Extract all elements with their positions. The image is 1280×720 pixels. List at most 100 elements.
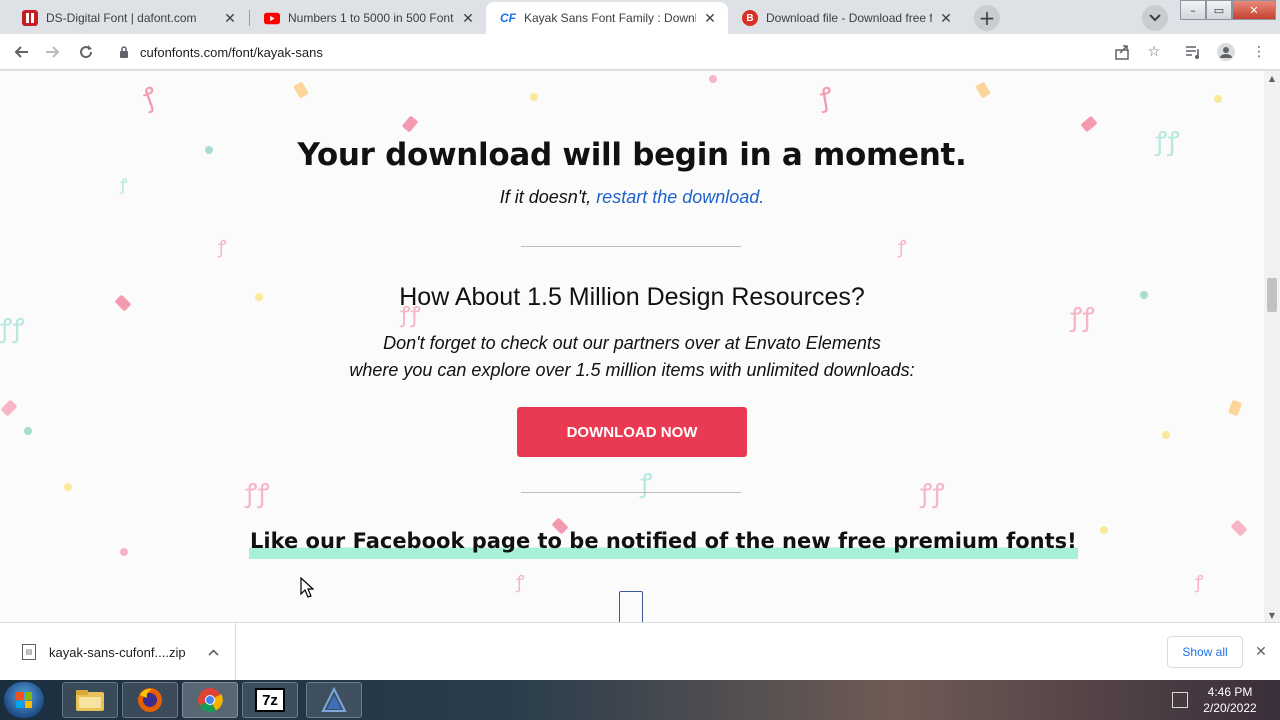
- restart-download-link[interactable]: restart the download.: [596, 187, 764, 207]
- page-scrollbar[interactable]: ▲ ▼: [1264, 71, 1280, 622]
- download-file-name: kayak-sans-cufonf....zip: [49, 644, 186, 660]
- profile-avatar[interactable]: [1216, 42, 1236, 62]
- section-title: How About 1.5 Million Design Resources?: [399, 283, 865, 311]
- system-clock[interactable]: 4:46 PM 2/20/2022: [1200, 684, 1260, 716]
- confetti-piece: [709, 75, 717, 83]
- firefox-icon[interactable]: [122, 682, 178, 718]
- tab-title: Kayak Sans Font Family : Downlo: [524, 11, 696, 25]
- share-icon[interactable]: [1112, 42, 1132, 62]
- confetti-piece: [293, 81, 309, 99]
- address-bar[interactable]: cufonfonts.com/font/kayak-sans: [108, 38, 1174, 66]
- partner-text-line-2: where you can explore over 1.5 million i…: [349, 360, 915, 380]
- clock-time: 4:46 PM: [1207, 685, 1253, 699]
- confetti-curl: ꝭꝭ: [245, 479, 270, 509]
- confetti-piece: [1214, 95, 1222, 103]
- scroll-down-arrow-icon[interactable]: ▼: [1264, 608, 1280, 622]
- download-now-button[interactable]: DOWNLOAD NOW: [517, 407, 747, 457]
- network-tray-icon[interactable]: [1172, 692, 1188, 708]
- chevron-down-icon: [1149, 14, 1161, 22]
- window-controls: – ▭ ✕: [1180, 0, 1276, 20]
- youtube-icon: [264, 10, 280, 26]
- arrow-right-icon: [46, 46, 60, 58]
- show-all-button[interactable]: Show all: [1167, 636, 1243, 668]
- confetti-piece: [1080, 115, 1098, 133]
- scroll-up-arrow-icon[interactable]: ▲: [1264, 71, 1280, 85]
- confetti-piece: [975, 81, 991, 99]
- window-close-button[interactable]: ✕: [1232, 0, 1276, 20]
- windows-taskbar: 7z 4:46 PM 2/20/2022: [0, 680, 1280, 720]
- confetti-piece: [1227, 399, 1243, 417]
- start-button[interactable]: [4, 682, 44, 718]
- cufonfonts-icon: CF: [500, 11, 516, 25]
- tab-strip: DS-Digital Font | dafont.com ✕ Numbers 1…: [0, 0, 1280, 34]
- confetti-piece: [1230, 519, 1248, 537]
- file-explorer-icon[interactable]: [62, 682, 118, 718]
- tab-title: DS-Digital Font | dafont.com: [46, 11, 197, 25]
- lock-icon[interactable]: [116, 44, 132, 60]
- confetti-piece: [24, 427, 32, 435]
- tab-dafont[interactable]: DS-Digital Font | dafont.com ✕: [8, 2, 248, 34]
- maximize-button[interactable]: ▭: [1206, 0, 1232, 20]
- reading-list-icon[interactable]: [1183, 42, 1203, 62]
- close-icon[interactable]: ✕: [938, 10, 954, 26]
- scroll-thumb[interactable]: [1267, 278, 1277, 312]
- partner-text-line-1: Don't forget to check out our partners o…: [383, 333, 881, 353]
- tab-search-button[interactable]: [1142, 5, 1168, 31]
- reload-button[interactable]: [74, 40, 98, 64]
- minimize-button[interactable]: –: [1180, 0, 1206, 20]
- download-bar: ▤ kayak-sans-cufonf....zip Show all ✕: [0, 622, 1280, 681]
- chevron-up-icon[interactable]: [205, 644, 221, 660]
- confetti-piece: [64, 483, 72, 491]
- confetti-piece: [1162, 431, 1170, 439]
- restart-prefix: If it doesn't,: [499, 187, 597, 207]
- browser-toolbar: cufonfonts.com/font/kayak-sans ☆ ⋮: [0, 34, 1280, 70]
- tab-title: Download file - Download free fo: [766, 11, 932, 25]
- partner-text: Don't forget to check out our partners o…: [0, 330, 1264, 384]
- clock-date: 2/20/2022: [1203, 701, 1257, 715]
- app-icon[interactable]: [306, 682, 362, 718]
- page-content: ꝭ ꝭ ꝭꝭ ꝭ ꝭ ꝭꝭ ꝭꝭ ꝭꝭ ꝭꝭ ꝭ ꝭꝭ ꝭ ꝭ ꝭ Your d…: [0, 71, 1264, 622]
- mouse-cursor-icon: [300, 576, 315, 603]
- confetti-curl: ꝭ: [1195, 572, 1204, 593]
- reload-icon: [80, 45, 93, 59]
- confetti-curl: ꝭ: [218, 237, 227, 258]
- dafont-icon: [22, 10, 38, 26]
- tab-cufonfonts[interactable]: CF Kayak Sans Font Family : Downlo ✕: [486, 2, 728, 34]
- back-button[interactable]: [9, 40, 33, 64]
- tab-youtube[interactable]: Numbers 1 to 5000 in 500 Fonts ✕: [250, 2, 486, 34]
- zip-file-icon: ▤: [22, 644, 36, 660]
- close-icon[interactable]: ✕: [222, 10, 238, 26]
- confetti-curl: ꝭꝭ: [920, 479, 945, 509]
- download-item[interactable]: ▤ kayak-sans-cufonf....zip: [0, 623, 236, 681]
- divider: [521, 492, 741, 493]
- bookmark-star-icon[interactable]: ☆: [1144, 42, 1164, 62]
- new-tab-button[interactable]: +: [974, 5, 1000, 31]
- url-text: cufonfonts.com/font/kayak-sans: [140, 44, 323, 60]
- confetti-curl: ꝭ: [640, 469, 653, 499]
- confetti-piece: [120, 548, 128, 556]
- facebook-widget[interactable]: [619, 591, 643, 622]
- chrome-icon[interactable]: [182, 682, 238, 718]
- confetti-piece: [0, 399, 18, 417]
- restart-line: If it doesn't, restart the download.: [0, 187, 1264, 208]
- tab-befonts[interactable]: B Download file - Download free fo ✕: [728, 2, 964, 34]
- divider: [521, 246, 741, 247]
- 7zip-label: 7z: [255, 688, 285, 712]
- close-icon[interactable]: ✕: [1252, 643, 1270, 661]
- befonts-icon: B: [742, 10, 758, 26]
- facebook-cta-text: Like our Facebook page to be notified of…: [249, 529, 1078, 559]
- confetti-curl: ꝭ: [817, 82, 835, 114]
- arrow-left-icon: [14, 46, 28, 58]
- page-headline: Your download will begin in a moment.: [297, 137, 967, 173]
- windows-logo-icon: [16, 692, 32, 708]
- confetti-piece: [401, 115, 419, 133]
- close-icon[interactable]: ✕: [460, 10, 476, 26]
- kebab-menu-icon[interactable]: ⋮: [1249, 42, 1269, 62]
- 7zip-icon[interactable]: 7z: [242, 682, 298, 718]
- close-icon[interactable]: ✕: [702, 10, 718, 26]
- confetti-curl: ꝭ: [516, 572, 525, 593]
- confetti-piece: [1100, 526, 1108, 534]
- confetti-curl: ꝭ: [139, 81, 162, 115]
- confetti-piece: [530, 93, 538, 101]
- forward-button[interactable]: [41, 40, 65, 64]
